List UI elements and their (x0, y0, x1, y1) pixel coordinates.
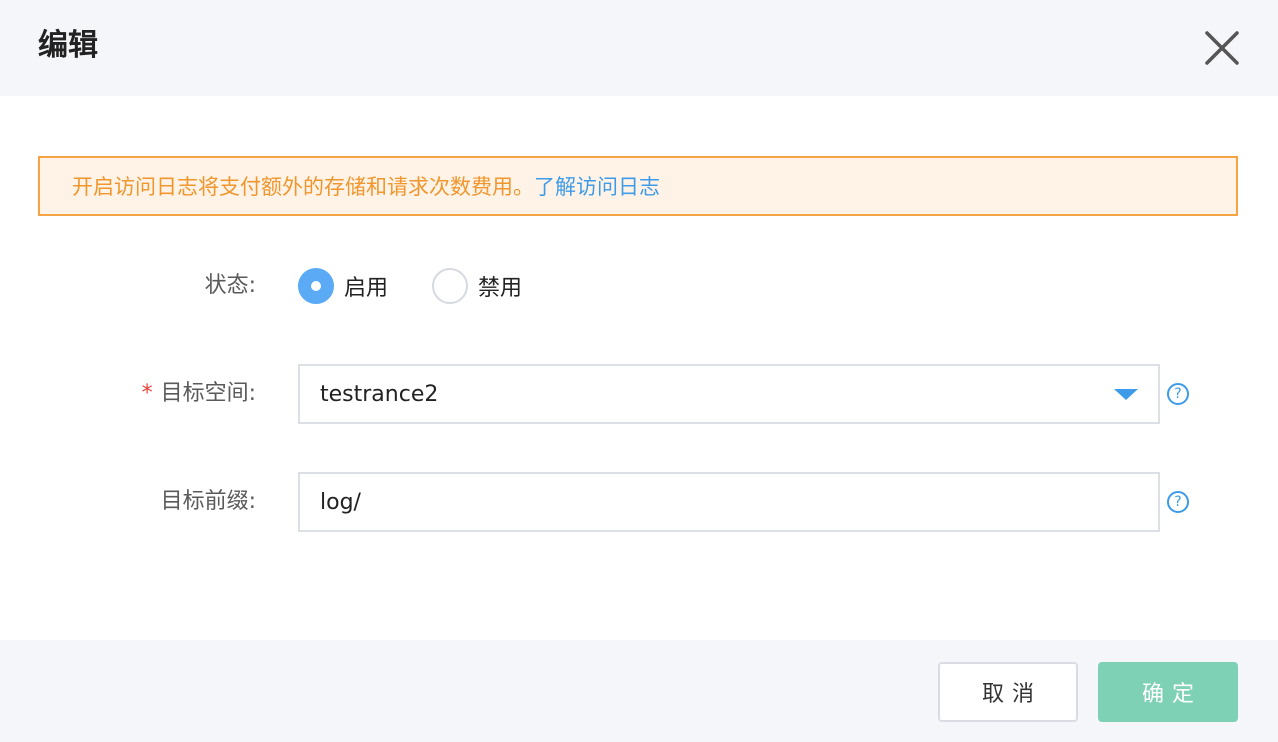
ok-button[interactable]: 确定 (1098, 662, 1238, 722)
dialog-title: 编辑 (38, 28, 98, 63)
target-bucket-select[interactable]: testrance2 (298, 364, 1160, 424)
question-circle-icon[interactable]: ? (1167, 383, 1189, 405)
edit-dialog: 编辑 开启访问日志将支付额外的存储和请求次数费用。 了解访问日志 状态: 启用 禁… (0, 0, 1278, 742)
target-bucket-label-text: 目标空间: (160, 381, 256, 406)
required-mark: * (141, 381, 153, 406)
target-bucket-value: testrance2 (320, 381, 439, 407)
radio-unchecked-icon (432, 268, 468, 304)
cancel-button[interactable]: 取消 (938, 662, 1078, 722)
dialog-header: 编辑 (0, 0, 1278, 96)
target-prefix-label: 目标前缀: (160, 489, 256, 514)
radio-checked-icon (298, 268, 334, 304)
radio-label-enable: 启用 (344, 276, 389, 301)
radio-label-disable: 禁用 (478, 276, 523, 301)
triangle-down-icon[interactable] (1114, 389, 1138, 400)
notice-text: 开启访问日志将支付额外的存储和请求次数费用。 (72, 175, 534, 199)
target-prefix-input[interactable]: log/ (298, 472, 1160, 532)
target-prefix-value: log/ (320, 489, 361, 515)
close-icon[interactable] (1202, 28, 1242, 68)
status-radio-enable[interactable]: 启用 (298, 268, 388, 304)
status-label: 状态: (204, 273, 256, 298)
status-radio-disable[interactable]: 禁用 (432, 268, 522, 304)
warning-notice: 开启访问日志将支付额外的存储和请求次数费用。 了解访问日志 (38, 156, 1238, 216)
learn-more-link[interactable]: 了解访问日志 (534, 171, 660, 201)
dialog-footer: 取消 确定 (0, 640, 1278, 742)
target-bucket-label: * 目标空间: (0, 379, 256, 409)
question-circle-icon[interactable]: ? (1167, 491, 1189, 513)
